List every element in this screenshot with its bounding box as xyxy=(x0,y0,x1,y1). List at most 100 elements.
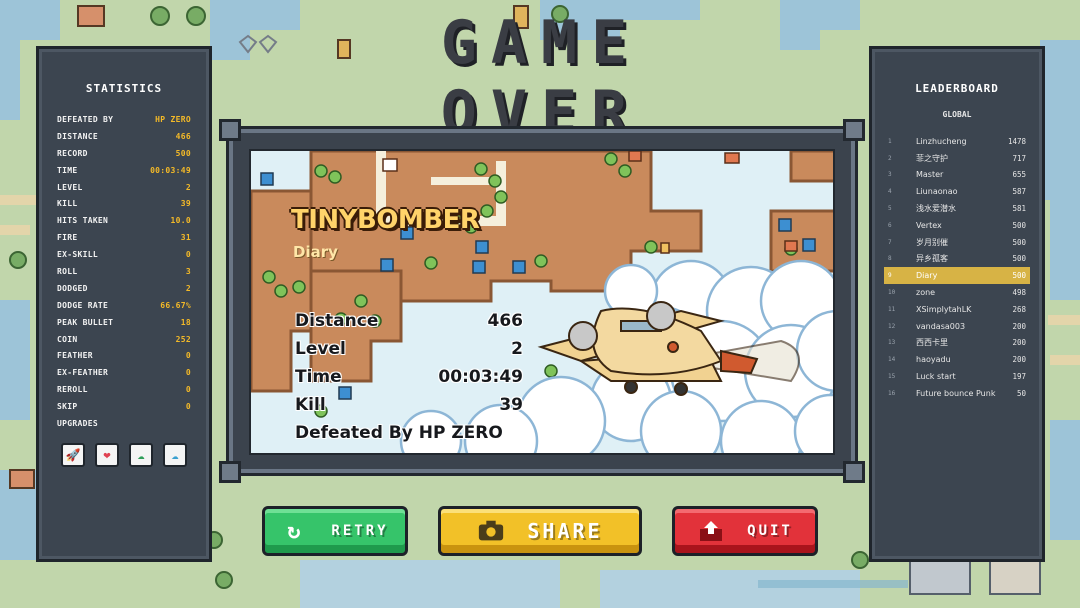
leaderboard-name: 西西卡里 xyxy=(916,338,948,348)
statistics-list: DEFEATED BY HP ZERO DISTANCE 466 RECORD 500 TI… xyxy=(39,112,209,433)
frame-corner xyxy=(843,461,865,483)
leaderboard-row: 11 XSimplytahLK 268 xyxy=(884,301,1030,318)
share-label: SHARE xyxy=(527,519,603,543)
stat-label: PEAK BULLET xyxy=(57,317,114,327)
stat-row: RECORD 500 xyxy=(57,146,191,163)
stat-label: ROLL xyxy=(57,267,78,277)
leaderboard-rank: 7 xyxy=(888,238,892,246)
stat-value: 466 xyxy=(175,131,191,141)
stat-value: 0 xyxy=(185,351,191,361)
retry-icon: ↻ xyxy=(287,518,304,544)
leaderboard-name: Vertex xyxy=(916,220,942,230)
leaderboard-rank: 11 xyxy=(888,305,896,313)
leaderboard-rank: 9 xyxy=(888,272,892,280)
leaderboard-rank: 13 xyxy=(888,339,896,347)
statistics-panel: STATISTICS DEFEATED BY HP ZERO DISTANCE 466… xyxy=(36,46,212,562)
stat-label: DISTANCE xyxy=(57,131,98,141)
quit-button[interactable]: QUIT xyxy=(672,506,818,556)
result-row-distance: Distance 466 xyxy=(295,311,523,331)
leaderboard-rank: 6 xyxy=(888,221,892,229)
frame-corner xyxy=(219,461,241,483)
stat-row: FEATHER 0 xyxy=(57,348,191,365)
leaderboard-score: 581 xyxy=(1012,204,1026,214)
retry-button[interactable]: ↻ RETRY xyxy=(262,506,408,556)
stat-label: SKIP xyxy=(57,402,78,412)
game-title: TINYBOMBER xyxy=(291,205,480,235)
leaderboard-row: 7 岁月别催 500 xyxy=(884,234,1030,251)
stat-value: 500 xyxy=(175,148,191,158)
leaderboard-title: LEADERBOARD xyxy=(915,82,999,95)
leaderboard-name: XSimplytahLK xyxy=(916,304,972,314)
result-card-frame: TINYBOMBER Diary Distance 466 Level 2 Ti… xyxy=(219,119,865,483)
result-value: 466 xyxy=(487,311,524,331)
stat-value: 0 xyxy=(185,402,191,412)
stat-label: FIRE xyxy=(57,233,78,243)
leaderboard-list[interactable]: 1 Linzhucheng 1478 2 菲之守护 717 3 Master 655 4 Liuna… xyxy=(872,133,1042,402)
leaderboard-row: 5 浅水爱潜水 581 xyxy=(884,200,1030,217)
exit-icon xyxy=(697,517,725,545)
result-value: 2 xyxy=(511,339,523,359)
leaderboard-row: 16 Future bounce Punk 50 xyxy=(884,385,1030,402)
leaderboard-score: 197 xyxy=(1012,372,1026,382)
leaderboard-row: 13 西西卡里 200 xyxy=(884,335,1030,352)
stat-row: UPGRADES xyxy=(57,416,191,433)
stat-value: 31 xyxy=(180,233,191,243)
stat-row: DODGED 2 xyxy=(57,281,191,298)
result-label: Distance xyxy=(295,311,379,331)
share-button[interactable]: SHARE xyxy=(438,506,642,556)
leaderboard-name: 岁月别催 xyxy=(916,237,948,247)
leaderboard-rank: 1 xyxy=(888,137,892,145)
stat-label: RECORD xyxy=(57,148,88,158)
cloud-arrow-upgrade-icon: ☁ xyxy=(129,442,153,467)
result-row-level: Level 2 xyxy=(295,339,523,359)
quit-label: QUIT xyxy=(747,523,793,539)
leaderboard-name: Diary xyxy=(916,271,938,281)
frame-corner xyxy=(219,119,241,141)
stat-value: 0 xyxy=(185,250,191,260)
camera-icon xyxy=(477,517,505,545)
leaderboard-name: haoyadu xyxy=(916,355,951,365)
leaderboard-score: 500 xyxy=(1012,220,1026,230)
leaderboard-score: 500 xyxy=(1012,237,1026,247)
stat-row: FIRE 31 xyxy=(57,230,191,247)
stat-value: 0 xyxy=(185,368,191,378)
leaderboard-row: 8 异乡孤客 500 xyxy=(884,251,1030,268)
leaderboard-score: 200 xyxy=(1012,355,1026,365)
leaderboard-row: 12 vandasa003 200 xyxy=(884,318,1030,335)
result-card-scene: TINYBOMBER Diary Distance 466 Level 2 Ti… xyxy=(249,149,835,455)
stat-row: DISTANCE 466 xyxy=(57,129,191,146)
stat-label: EX-FEATHER xyxy=(57,368,109,378)
stat-value: 66.67% xyxy=(160,300,191,310)
leaderboard-score: 200 xyxy=(1012,338,1026,348)
leaderboard-rank: 10 xyxy=(888,289,896,297)
missile-upgrade-icon: 🚀 xyxy=(61,442,85,467)
defeated-by-text: Defeated By HP ZERO xyxy=(295,423,503,443)
stat-value: 2 xyxy=(185,182,191,192)
leaderboard-score: 717 xyxy=(1012,153,1026,163)
leaderboard-name: 异乡孤客 xyxy=(916,254,948,264)
result-value: 39 xyxy=(499,395,523,415)
leaderboard-row: 2 菲之守护 717 xyxy=(884,150,1030,167)
leaderboard-name: Liunaonao xyxy=(916,187,958,197)
stat-label: REROLL xyxy=(57,385,88,395)
leaderboard-name: 菲之守护 xyxy=(916,153,948,163)
stat-value: 00:03:49 xyxy=(150,165,191,175)
stat-value: 252 xyxy=(175,334,191,344)
statistics-title: STATISTICS xyxy=(85,82,163,95)
stat-row: HITS TAKEN 10.0 xyxy=(57,213,191,230)
result-value: 00:03:49 xyxy=(438,367,523,387)
stat-row: DODGE RATE 66.67% xyxy=(57,298,191,315)
stat-label: DODGED xyxy=(57,283,88,293)
leaderboard-name: Master xyxy=(916,170,944,180)
stat-row: PEAK BULLET 18 xyxy=(57,315,191,332)
game-over-title: GAME OVER xyxy=(316,8,766,148)
stat-label: KILL xyxy=(57,199,78,209)
stat-value: 39 xyxy=(180,199,191,209)
stat-value: 0 xyxy=(185,385,191,395)
stat-label: DEFEATED BY xyxy=(57,115,114,124)
leaderboard-row: 14 haoyadu 200 xyxy=(884,351,1030,368)
leaderboard-score: 498 xyxy=(1012,288,1026,298)
stat-label: EX-SKILL xyxy=(57,250,98,260)
leaderboard-row: 10 zone 498 xyxy=(884,284,1030,301)
leaderboard-rank: 5 xyxy=(888,205,892,213)
